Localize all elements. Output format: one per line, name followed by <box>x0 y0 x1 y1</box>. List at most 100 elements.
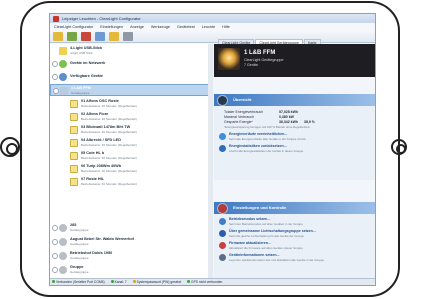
tree-item[interactable]: 03 Blickwall 1478m Bfrt TW Betriebsstatu… <box>50 124 212 136</box>
expand-icon[interactable] <box>52 239 58 245</box>
lamp-icon <box>59 238 67 246</box>
action-title: Energieverläufe vereinheitlichen... <box>229 132 288 136</box>
menu-item[interactable]: Einstellungen <box>100 25 123 29</box>
folder-icon[interactable] <box>53 31 63 41</box>
menu-item[interactable]: Anzeige <box>130 25 144 29</box>
tree-item-title: 03 Blickwall 1478m Bfrt TW <box>81 125 131 129</box>
tree-item-subtitle: Betriebsstatus: 30 Stunden (Regelbetrieb… <box>81 169 137 173</box>
title-bar: Leipziger Leuchten - ClearLight Configur… <box>50 14 375 23</box>
action-subtitle: Setzt den Betriebsmodus auf allen Geräte… <box>229 222 303 226</box>
tree-item[interactable]: 285 Gerätegruppe <box>50 222 212 234</box>
stat-label: Maximal Verbrauch <box>224 115 254 119</box>
stat-label: Totaler Energieverbrauch <box>224 110 264 114</box>
reset-energy-curve-action[interactable]: Energieverläufe vereinheitlichen... Setz… <box>214 132 375 143</box>
copy-icon[interactable] <box>95 31 105 41</box>
menu-item[interactable]: Gerätetest <box>177 25 195 29</box>
tree-item[interactable]: 01 Alfons OSC Roste Betriebsstatus: 30 S… <box>50 98 212 110</box>
tree-item-title: 04 Albrecht / SFD LED <box>81 138 121 142</box>
menu-item[interactable]: Werkzeuge <box>151 25 170 29</box>
action-subtitle: Löscht alle Energiestatistiken der Gerät… <box>229 149 304 153</box>
tree-item[interactable]: August Bebel Str. Waldo Wernerhof Geräte… <box>50 236 212 248</box>
tree-item[interactable]: 05 Cute HL b Betriebsstatus: 30 Stunden … <box>50 150 212 162</box>
tree-item-subtitle: Betriebsstatus: 30 Stunden (Regelbetrieb… <box>81 130 137 134</box>
stat-value: 0,380 kW <box>279 115 294 119</box>
toolbar <box>50 30 375 43</box>
status-item: Systempasswort (PIN) gesetzt <box>132 280 181 284</box>
action-subtitle: Setzt alle Energieverläufe aller Geräte … <box>229 137 306 141</box>
stat-label: Gesparte Energie* <box>224 120 253 124</box>
menu-item[interactable]: ClearLight Configurator <box>54 25 93 29</box>
expand-icon[interactable] <box>52 74 58 80</box>
group-type: ClearLight Gerätegruppe <box>244 58 284 62</box>
stat-row: Maximal Verbrauch 0,380 kW <box>224 115 294 119</box>
stat-row: Totaler Energieverbrauch 57,028 kWh <box>224 110 298 114</box>
action-title: Über gemeinsame Lichtschaltungsgruppe se… <box>229 229 316 233</box>
tree-item[interactable]: 07 Roste HIL Betriebsstatus: 30 Stunden … <box>50 176 212 188</box>
lamp-icon <box>59 224 67 232</box>
collapse-icon[interactable] <box>53 88 59 94</box>
stat-value: 57,028 kWh <box>279 110 299 114</box>
device-tree: 4-Light USB-Stick 4-light USB Stick Gerä… <box>50 44 213 280</box>
tree-item[interactable]: Betriebshof Dobis 1950 Gerätegruppe <box>50 250 212 262</box>
app-logo-icon <box>53 15 59 22</box>
tree-item-title: 06 Turip 208Wm 40Wb <box>81 164 122 168</box>
tree-item[interactable]: Gruppe Gerätegruppe <box>50 264 212 276</box>
status-bar: Verbunden (Serieller Port COM5) Kanal: 7… <box>50 278 375 285</box>
settings-section-header: Einstellungen und Kontrolle <box>214 202 375 214</box>
tree-item[interactable]: 04 Albrecht / SFD LED Betriebsstatus: 30… <box>50 137 212 149</box>
paste-icon[interactable] <box>109 31 119 41</box>
tree-item-subtitle: Betriebsstatus: 30 Stunden (Regelbetrieb… <box>81 143 137 147</box>
section-title: Übersicht <box>233 97 252 102</box>
set-mode-action[interactable]: Betriebsmodus setzen... Setzt den Betrie… <box>214 217 375 228</box>
usb-icon <box>59 47 67 55</box>
stat-percent: 38,9 % <box>304 120 315 124</box>
tree-item-subtitle: Betriebsstatus: 30 Stunden (Regelbetrieb… <box>81 156 137 160</box>
group-add-icon[interactable] <box>67 31 77 41</box>
tools-icon[interactable] <box>81 31 91 41</box>
document-icon <box>70 178 78 186</box>
tree-item-title: 07 Roste HIL <box>81 177 104 181</box>
reset-energy-stats-action[interactable]: Energiestatistiken zurücksetzen... Lösch… <box>214 144 375 155</box>
action-subtitle: Setzt die gleiche Lichtschaltung für all… <box>229 234 305 238</box>
action-subtitle: Aktualisiert die Firmware auf allen Gerä… <box>229 246 303 250</box>
group-title: 1 L&B FFM <box>244 50 276 56</box>
expand-icon[interactable] <box>52 253 58 259</box>
tablet-home-button[interactable] <box>0 137 20 157</box>
tree-item[interactable]: Verfügbare Geräte <box>50 71 212 83</box>
document-icon <box>70 165 78 173</box>
menu-item[interactable]: Hilfe <box>222 25 230 29</box>
info-icon <box>219 254 226 261</box>
tree-item-selected[interactable]: 1 L&B FFM Gerätegruppe <box>50 84 212 96</box>
menu-item[interactable]: Leuchte <box>202 25 216 29</box>
expand-icon[interactable] <box>52 225 58 231</box>
tree-item-title: Gruppe <box>70 265 84 269</box>
tree-item[interactable]: Geräte im Netzwerk <box>50 58 212 70</box>
expand-icon[interactable] <box>52 61 58 67</box>
tree-item[interactable]: 4-Light USB-Stick 4-light USB Stick <box>50 45 212 57</box>
detail-panel: 1 L&B FFM ClearLight Gerätegruppe 7 Gerä… <box>214 44 375 280</box>
tree-scrollbar[interactable] <box>208 44 213 280</box>
update-firmware-action[interactable]: Firmware aktualisieren... Aktualisiert d… <box>214 241 375 252</box>
status-dot-icon <box>110 280 114 283</box>
trash-icon[interactable] <box>123 31 133 41</box>
overview-section-header: Übersicht <box>214 94 375 106</box>
set-device-info-action[interactable]: Geräteinformationen setzen... Legt eine … <box>214 253 375 264</box>
set-light-group-action[interactable]: Über gemeinsame Lichtschaltungsgruppe se… <box>214 229 375 240</box>
tree-item[interactable]: 02 Alfons Fiore Betriebsstatus: 30 Stund… <box>50 111 212 123</box>
document-icon <box>70 100 78 108</box>
mode-icon <box>219 218 226 225</box>
tree-item-subtitle: Betriebsstatus: 30 Stunden (Regelbetrieb… <box>81 182 137 186</box>
tree-item-title: 4-Light USB-Stick <box>70 46 103 50</box>
tree-item-title: 02 Alfons Fiore <box>81 112 109 116</box>
app-window: Leipziger Leuchten - ClearLight Configur… <box>49 13 376 286</box>
settings-section: Betriebsmodus setzen... Setzt den Betrie… <box>214 214 375 280</box>
window-title: Leipziger Leuchten - ClearLight Configur… <box>62 16 141 21</box>
firmware-icon <box>219 242 226 249</box>
group-header: 1 L&B FFM ClearLight Gerätegruppe 7 Gerä… <box>214 44 375 77</box>
tree-item[interactable]: 06 Turip 208Wm 40Wb Betriebsstatus: 30 S… <box>50 163 212 175</box>
light-group-icon <box>219 230 226 237</box>
expand-icon[interactable] <box>52 267 58 273</box>
tree-item-title: 1 L&B FFM <box>71 86 91 90</box>
tree-item-title: Betriebshof Dobis 1950 <box>70 251 113 255</box>
document-icon <box>70 152 78 160</box>
